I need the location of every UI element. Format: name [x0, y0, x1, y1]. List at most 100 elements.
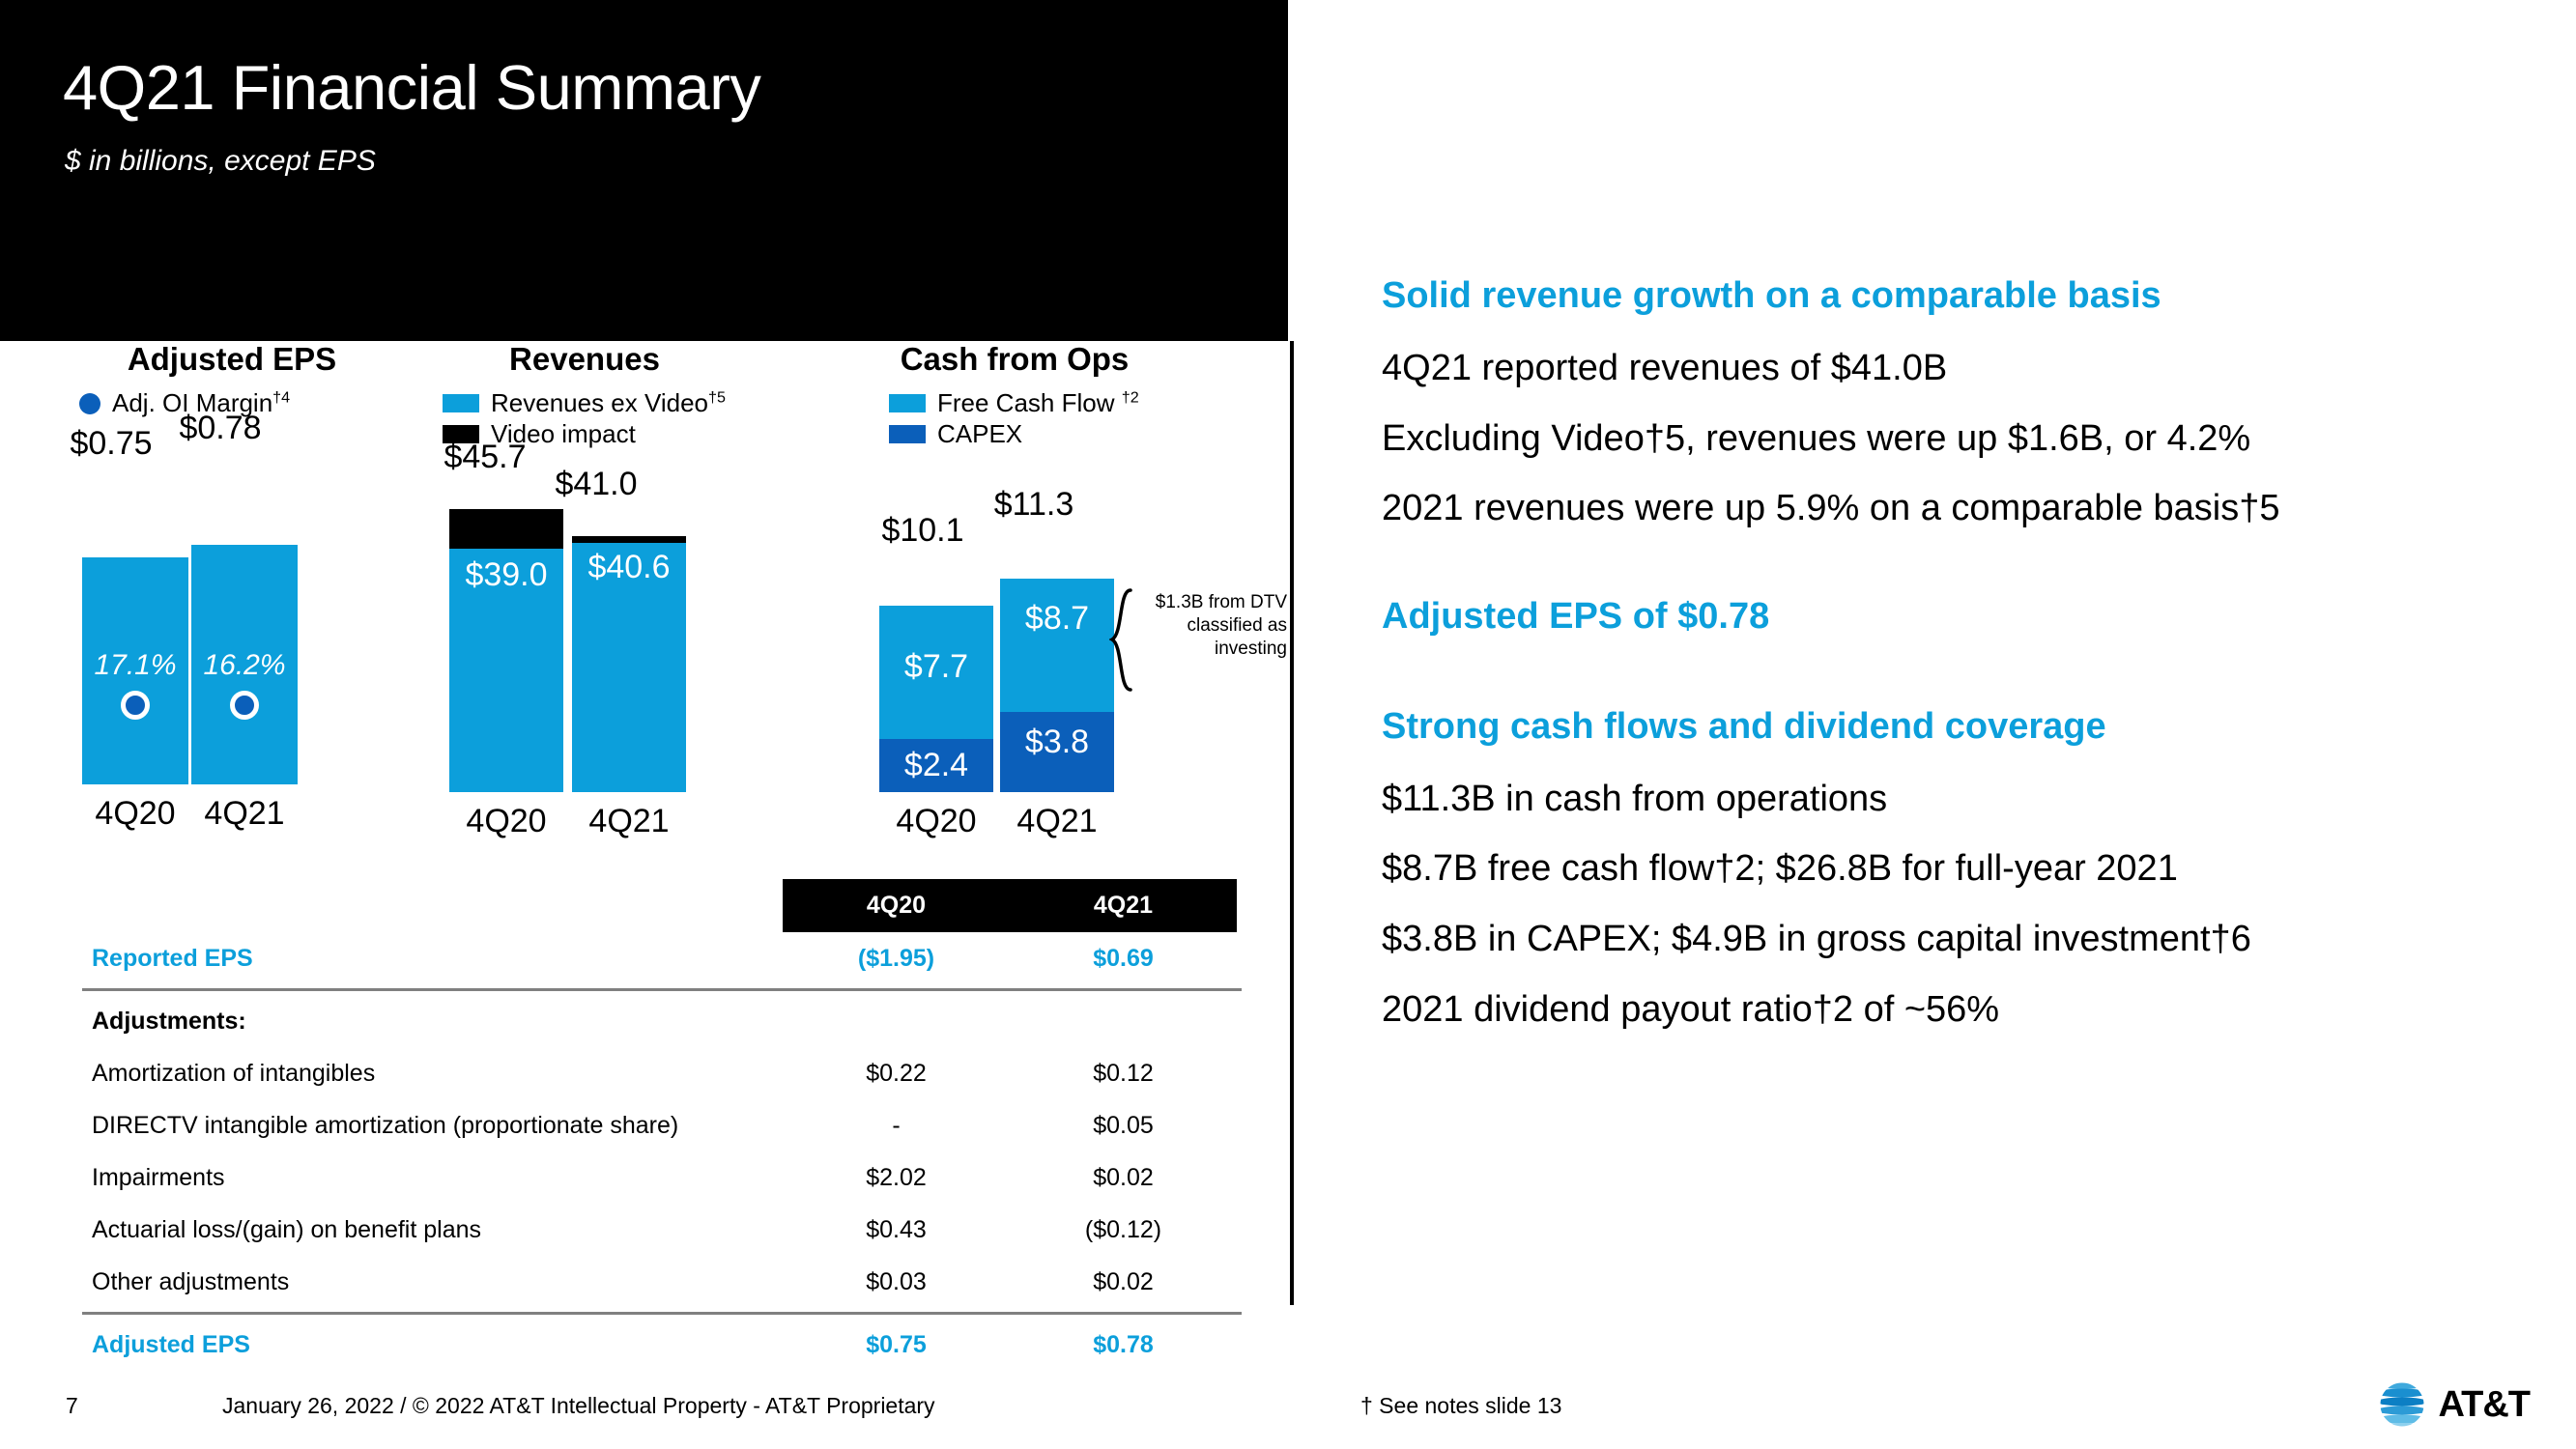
cell-4q21: $0.02 [1093, 1163, 1154, 1191]
segment-video-impact [449, 508, 563, 549]
commentary-line: 2021 dividend payout ratio†2 of ~56% [1382, 989, 2000, 1031]
segment-revenues-ex-video: $40.6 [572, 542, 686, 792]
legend-label: Free Cash Flow [937, 388, 1115, 418]
cell-4q21: $0.12 [1093, 1059, 1154, 1087]
legend-item: Free Cash Flow †2 [889, 388, 1256, 419]
table-row: Amortization of intangibles $0.22 $0.12 [82, 1047, 1242, 1099]
free-cash-flow-swatch-icon [889, 394, 926, 413]
adj-oi-margin-dot-icon [79, 392, 100, 414]
bar-4q20: $39.0 [449, 508, 563, 792]
legend-item: CAPEX [889, 419, 1256, 450]
margin-value-4q20: 17.1% [94, 648, 177, 681]
bar-total-label: $11.3 [993, 485, 1074, 523]
bar-4q21: $8.7 $3.8 [1000, 578, 1114, 792]
x-label-4q20: 4Q20 [466, 802, 547, 839]
att-wordmark: AT&T [2438, 1383, 2531, 1425]
table-divider [82, 1312, 1242, 1315]
page-title: 4Q21 Financial Summary [63, 52, 761, 123]
cell-4q20: - [892, 1111, 901, 1139]
notes-reference: † See notes slide 13 [1360, 1393, 1562, 1418]
bar-total-label: $41.0 [555, 465, 638, 502]
chart-adjusted-eps: Adjusted EPS Adj. OI Margin†4 $0.75 17.1… [58, 341, 406, 833]
dtv-annotation: $1.3B from DTV classified as investing [1155, 592, 1287, 659]
bar-4q20: 17.1% [82, 556, 188, 784]
row-label: DIRECTV intangible amortization (proport… [92, 1111, 679, 1139]
row-label: Reported EPS [92, 944, 253, 972]
segment-value-4q20: $39.0 [465, 555, 548, 593]
section-heading-revenue: Solid revenue growth on a comparable bas… [1382, 275, 2161, 316]
table-row: Other adjustments $0.03 $0.02 [82, 1256, 1242, 1308]
annotation-brace-icon [1109, 588, 1132, 692]
cell-4q20: ($1.95) [857, 944, 935, 972]
chart-legend: Free Cash Flow †2 CAPEX [850, 388, 1256, 450]
table-row-reported-eps: Reported EPS ($1.95) $0.69 [82, 932, 1242, 984]
commentary-line: Excluding Video†5, revenues were up $1.6… [1382, 417, 2251, 459]
chart-plot-area: $0.75 17.1% 4Q20 $0.78 16.2% 4Q21 [58, 410, 406, 833]
att-logo: AT&T [2377, 1379, 2531, 1430]
table-divider [82, 988, 1242, 991]
cell-4q20: $2.02 [866, 1163, 927, 1191]
x-label-4q21: 4Q21 [204, 794, 285, 832]
legend-label: CAPEX [937, 419, 1023, 449]
page-number: 7 [66, 1393, 78, 1418]
cell-4q21: $0.69 [1093, 944, 1154, 972]
chart-title: Revenues [509, 341, 660, 377]
segment-value-4q21: $40.6 [587, 548, 671, 585]
x-label-4q20: 4Q20 [896, 802, 977, 839]
adj-oi-margin-marker [121, 690, 150, 720]
segment-value-fcf-4q21: $8.7 [1024, 599, 1090, 637]
cell-4q20: $0.75 [866, 1330, 927, 1358]
cell-4q20: $0.43 [866, 1215, 927, 1243]
att-globe-icon [2379, 1381, 2424, 1428]
x-label-4q20: 4Q20 [95, 794, 176, 832]
row-label: Amortization of intangibles [92, 1059, 376, 1087]
chart-revenues: Revenues Revenues ex Video†5 Video impac… [425, 341, 802, 840]
table-row: Actuarial loss/(gain) on benefit plans $… [82, 1204, 1242, 1256]
row-label: Impairments [92, 1163, 225, 1191]
row-label: Actuarial loss/(gain) on benefit plans [92, 1215, 482, 1243]
segment-value-capex-4q21: $3.8 [1024, 723, 1090, 760]
legend-footnote: †4 [272, 388, 291, 407]
bar-4q21: 16.2% [191, 544, 298, 784]
table-row-adjustments-header: Adjustments: [82, 995, 1242, 1047]
chart-title: Cash from Ops [900, 341, 1130, 377]
legend-footnote: †2 [1121, 388, 1139, 407]
footer: 7 January 26, 2022 / © 2022 AT&T Intelle… [0, 1362, 2576, 1449]
eps-reconciliation-table: 4Q20 4Q21 Reported EPS ($1.95) $0.69 Adj… [82, 879, 1242, 1371]
x-label-4q21: 4Q21 [1016, 802, 1098, 839]
row-label: Other adjustments [92, 1267, 290, 1295]
cell-4q20: $0.03 [866, 1267, 927, 1295]
x-label-4q21: 4Q21 [588, 802, 670, 839]
commentary-line: 2021 revenues were up 5.9% on a comparab… [1382, 488, 2280, 529]
table-row: Impairments $2.02 $0.02 [82, 1151, 1242, 1204]
cell-4q20: $0.22 [866, 1059, 927, 1087]
segment-value-fcf-4q20: $7.7 [903, 647, 969, 685]
cell-4q21: $0.02 [1093, 1267, 1154, 1295]
commentary-line: 4Q21 reported revenues of $41.0B [1382, 347, 1948, 388]
revenues-ex-video-swatch-icon [443, 394, 479, 413]
chart-title: Adjusted EPS [127, 341, 337, 377]
commentary-line: $3.8B in CAPEX; $4.9B in gross capital i… [1382, 919, 2251, 960]
vertical-divider [1290, 341, 1294, 1305]
legend-item: Revenues ex Video†5 [443, 388, 802, 419]
capex-swatch-icon [889, 425, 926, 444]
commentary-line: $11.3B in cash from operations [1382, 778, 1888, 819]
commentary-panel: Solid revenue growth on a comparable bas… [1382, 275, 2503, 1059]
table-row: DIRECTV intangible amortization (proport… [82, 1099, 1242, 1151]
adj-oi-margin-marker [230, 690, 259, 720]
legend-label: Revenues ex Video [491, 388, 709, 418]
section-heading-cashflow: Strong cash flows and dividend coverage [1382, 705, 2106, 747]
page-subtitle: $ in billions, except EPS [65, 145, 376, 177]
row-label: Adjustments: [92, 1007, 246, 1035]
table-header-row: 4Q20 4Q21 [82, 879, 1242, 932]
column-header-4q21: 4Q21 [1093, 892, 1154, 919]
cell-4q21: ($0.12) [1084, 1215, 1162, 1243]
legend-footnote: †5 [708, 388, 726, 407]
segment-free-cash-flow: $8.7 [1000, 578, 1114, 712]
column-header-4q20: 4Q20 [866, 892, 927, 919]
bar-4q20: $7.7 $2.4 [879, 605, 993, 792]
segment-revenues-ex-video: $39.0 [449, 548, 563, 792]
section-heading-eps: Adjusted EPS of $0.78 [1382, 596, 1770, 638]
